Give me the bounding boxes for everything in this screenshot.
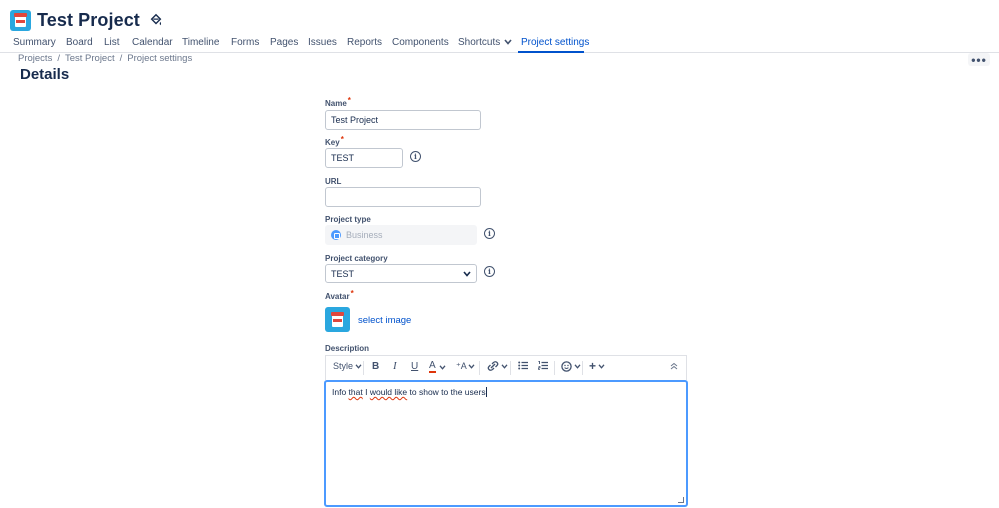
tab-pages[interactable]: Pages <box>270 37 298 48</box>
project-avatar[interactable] <box>10 9 31 31</box>
italic-icon[interactable]: I <box>393 360 397 372</box>
underline-icon[interactable]: U <box>411 361 418 372</box>
project-type-label: Project type <box>325 215 371 224</box>
chevron-down-icon <box>463 271 471 277</box>
project-category-label: Project category <box>325 254 388 263</box>
more-actions-button[interactable]: ••• <box>968 53 990 66</box>
paint-bucket-icon[interactable] <box>149 13 163 27</box>
page-title: Details <box>20 66 70 83</box>
url-label: URL <box>325 177 342 186</box>
select-image-link[interactable]: select image <box>358 315 411 326</box>
active-tab-indicator <box>518 51 584 53</box>
tab-list[interactable]: List <box>104 37 120 48</box>
tab-forms[interactable]: Forms <box>231 37 259 48</box>
emoji-icon[interactable] <box>561 361 581 372</box>
resize-handle-icon[interactable] <box>678 497 684 503</box>
key-field[interactable]: TEST <box>325 148 403 168</box>
tab-summary[interactable]: Summary <box>13 37 56 48</box>
business-icon <box>331 230 341 240</box>
project-type-field: Business <box>325 225 477 245</box>
chevron-down-icon <box>501 363 508 369</box>
numbered-list-icon[interactable] <box>538 361 548 370</box>
avatar-label: Avatar* <box>325 289 354 301</box>
editor-toolbar: Style B I U A ⁺A + <box>325 355 687 380</box>
key-label: Key* <box>325 135 344 147</box>
style-dropdown[interactable]: Style <box>333 361 362 371</box>
tab-reports[interactable]: Reports <box>347 37 382 48</box>
url-field[interactable] <box>325 187 481 207</box>
info-icon[interactable]: i <box>484 228 495 239</box>
tab-timeline[interactable]: Timeline <box>182 37 219 48</box>
project-header: Test Project <box>10 7 163 33</box>
info-icon[interactable]: i <box>410 151 421 162</box>
project-nav: Summary Board List Calendar Timeline For… <box>0 34 999 53</box>
breadcrumb: Projects / Test Project / Project settings <box>18 53 193 64</box>
collapse-toolbar-icon[interactable] <box>670 362 678 370</box>
plus-icon[interactable]: + <box>589 359 605 373</box>
bullet-list-icon[interactable] <box>518 361 528 370</box>
bold-icon[interactable]: B <box>372 361 379 372</box>
description-label: Description <box>325 344 370 353</box>
breadcrumb-project-settings[interactable]: Project settings <box>127 53 192 64</box>
project-category-select[interactable]: TEST <box>325 264 477 283</box>
name-field[interactable]: Test Project <box>325 110 481 130</box>
chevron-down-icon <box>468 364 475 369</box>
tab-calendar[interactable]: Calendar <box>132 37 173 48</box>
tab-project-settings[interactable]: Project settings <box>521 37 589 48</box>
breadcrumb-projects[interactable]: Projects <box>18 53 52 64</box>
tab-components[interactable]: Components <box>392 37 449 48</box>
chevron-down-icon <box>439 364 446 370</box>
chevron-down-icon <box>598 363 605 369</box>
project-title: Test Project <box>37 9 140 30</box>
text-color-icon[interactable]: A <box>429 361 446 373</box>
info-icon[interactable]: i <box>484 266 495 277</box>
breadcrumb-test-project[interactable]: Test Project <box>65 53 115 64</box>
name-label: Name* <box>325 96 351 108</box>
tab-board[interactable]: Board <box>66 37 93 48</box>
text-size-icon[interactable]: ⁺A <box>456 361 475 372</box>
tab-shortcuts[interactable]: Shortcuts <box>458 37 512 48</box>
text-cursor <box>485 387 487 397</box>
description-editor[interactable]: Info that I would like to show to the us… <box>324 380 688 507</box>
chevron-down-icon <box>355 363 362 369</box>
link-icon[interactable] <box>487 361 508 371</box>
tab-issues[interactable]: Issues <box>308 37 337 48</box>
chevron-down-icon <box>574 364 581 369</box>
chevron-down-icon <box>504 39 512 45</box>
project-avatar-large[interactable] <box>325 307 350 332</box>
